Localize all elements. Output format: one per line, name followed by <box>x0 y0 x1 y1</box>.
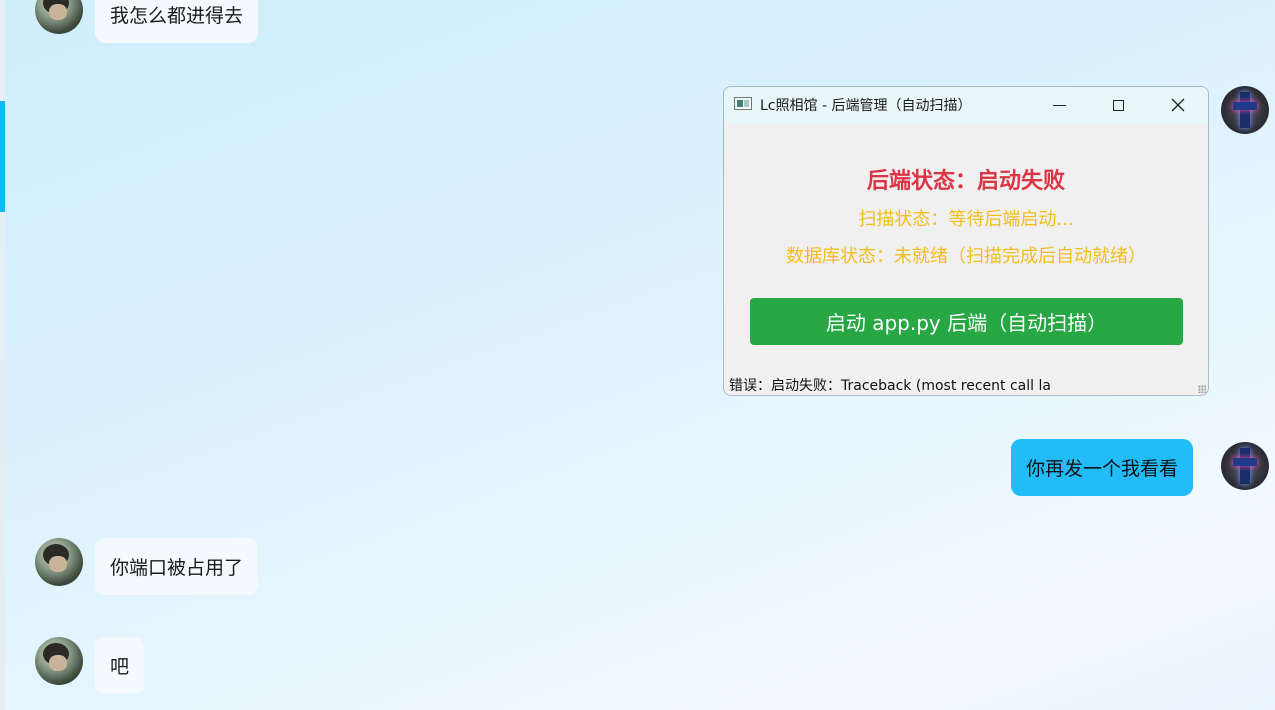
avatar[interactable] <box>35 0 83 34</box>
screenshot-message-window[interactable]: Lc照相馆 - 后端管理（自动扫描） 后端状态：启动失败 扫描状态：等待后端启动… <box>723 86 1209 396</box>
message-bubble[interactable]: 我怎么都进得去 <box>95 0 259 43</box>
chat-selection-accent <box>0 101 5 212</box>
backend-status: 后端状态：启动失败 <box>866 169 1065 194</box>
message-bubble[interactable]: 你再发一个我看看 <box>1011 439 1194 496</box>
start-backend-button: 启动 app.py 后端（自动扫描） <box>750 298 1183 345</box>
window-titlebar: Lc照相馆 - 后端管理（自动扫描） <box>724 87 1208 123</box>
minimize-icon <box>1030 87 1088 123</box>
window-title: Lc照相馆 - 后端管理（自动扫描） <box>760 98 972 114</box>
avatar[interactable] <box>35 538 83 586</box>
app-icon <box>734 97 752 110</box>
database-status: 数据库状态：未就绪（扫描完成后自动就绪） <box>786 246 1146 267</box>
avatar[interactable] <box>1221 442 1269 490</box>
avatar[interactable] <box>35 637 83 685</box>
resize-grip-icon <box>1198 385 1206 393</box>
scan-status: 扫描状态：等待后端启动... <box>858 209 1074 230</box>
message-bubble[interactable]: 你端口被占用了 <box>95 538 259 595</box>
error-message: 错误：启动失败：Traceback (most recent call la <box>729 378 1051 394</box>
avatar[interactable] <box>1221 86 1269 134</box>
message-bubble[interactable]: 吧 <box>95 637 145 694</box>
close-icon <box>1149 87 1207 123</box>
maximize-icon <box>1089 87 1147 123</box>
